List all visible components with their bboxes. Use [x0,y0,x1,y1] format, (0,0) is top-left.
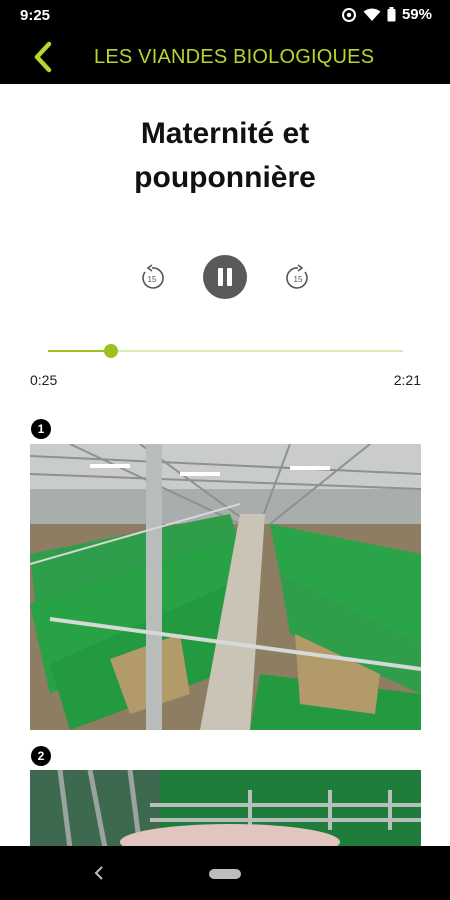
progress-thumb[interactable] [103,344,118,358]
sow-pen-photo [30,770,421,848]
track-title: Maternité et pouponnière [134,117,316,194]
nav-home-button[interactable] [209,869,241,879]
battery-percentage: 59% [401,6,432,23]
progress-fill [48,350,111,352]
status-bar: 9:25 59% [0,0,450,30]
nav-back-icon [94,866,103,880]
forward-15-icon: 15 [286,264,308,289]
section-number-badge: 1 [31,419,51,439]
app-title: LES VIANDES BIOLOGIQUES [94,46,375,68]
back-button[interactable] [28,40,62,74]
battery-icon [387,7,396,22]
status-time: 9:25 [20,7,51,24]
svg-text:15: 15 [294,275,303,284]
current-time: 0:25 [30,372,58,388]
playback-controls: 15 15 [0,252,450,302]
status-icons: 59% [341,6,432,23]
wifi-icon [363,8,381,21]
pause-button[interactable] [203,255,247,299]
forward-15-button[interactable]: 15 [284,264,312,292]
rewind-15-button[interactable]: 15 [138,264,166,292]
app-bar: LES VIANDES BIOLOGIQUES [0,30,450,84]
nav-back-button[interactable] [92,863,106,883]
progress-track[interactable] [48,350,403,352]
pause-icon [218,268,223,286]
total-time: 2:21 [393,372,421,388]
chevron-left-icon [34,41,52,73]
system-nav-bar [0,846,450,900]
data-saver-icon [341,7,356,22]
svg-text:15: 15 [148,275,157,284]
rewind-15-icon: 15 [142,264,164,289]
barn-overview-photo [30,444,421,730]
section-number-badge: 2 [31,746,51,766]
